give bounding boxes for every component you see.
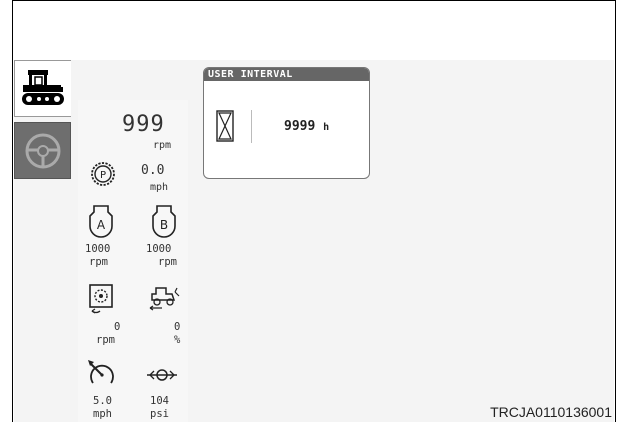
svg-text:A: A [97, 218, 106, 232]
wheel-slip-icon [149, 287, 180, 311]
pressure-value: 104 [150, 395, 169, 407]
ground-speed-value: 5.0 [93, 395, 112, 407]
engine-speed-value: 999 [122, 112, 165, 137]
steering-wheel-icon [25, 133, 61, 169]
hitch-a-icon: A [89, 205, 113, 238]
hitch-b-icon: B [152, 205, 176, 238]
pressure-unit: psi [150, 408, 169, 420]
hitch-b-unit: rpm [158, 256, 177, 268]
fan-unit: rpm [96, 334, 115, 346]
pto-speed-value: 0.0 [141, 163, 165, 178]
engine-speed-unit: rpm [153, 140, 172, 151]
user-interval-value: 9999 [284, 119, 316, 134]
wheel-slip-value: 0 [174, 321, 181, 333]
ground-speed-unit: mph [93, 408, 112, 420]
user-interval-popup[interactable]: USER INTERVAL 9999 h [203, 67, 370, 179]
wheel-slip-unit: % [174, 334, 181, 346]
fan-icon [89, 284, 113, 314]
hitch-b-value: 1000 [146, 243, 172, 255]
popup-divider [251, 110, 252, 143]
speedometer-icon [88, 360, 114, 384]
svg-text:B: B [160, 218, 168, 232]
tractor-icon [22, 70, 64, 105]
tab-tractor[interactable] [14, 60, 71, 117]
hitch-a-unit: rpm [89, 256, 108, 268]
tab-steering[interactable] [14, 122, 71, 179]
fan-value: 0 [114, 321, 121, 333]
hourglass-icon [216, 110, 234, 142]
figure-caption: TRCJA0110136001 [490, 404, 612, 420]
pto-icon: P [91, 162, 115, 186]
hitch-a-value: 1000 [85, 243, 111, 255]
svg-text:P: P [100, 170, 106, 181]
pto-speed-unit: mph [150, 182, 169, 193]
hydraulic-pressure-icon [147, 369, 177, 381]
user-interval-unit: h [323, 122, 330, 133]
user-interval-title: USER INTERVAL [204, 68, 369, 81]
